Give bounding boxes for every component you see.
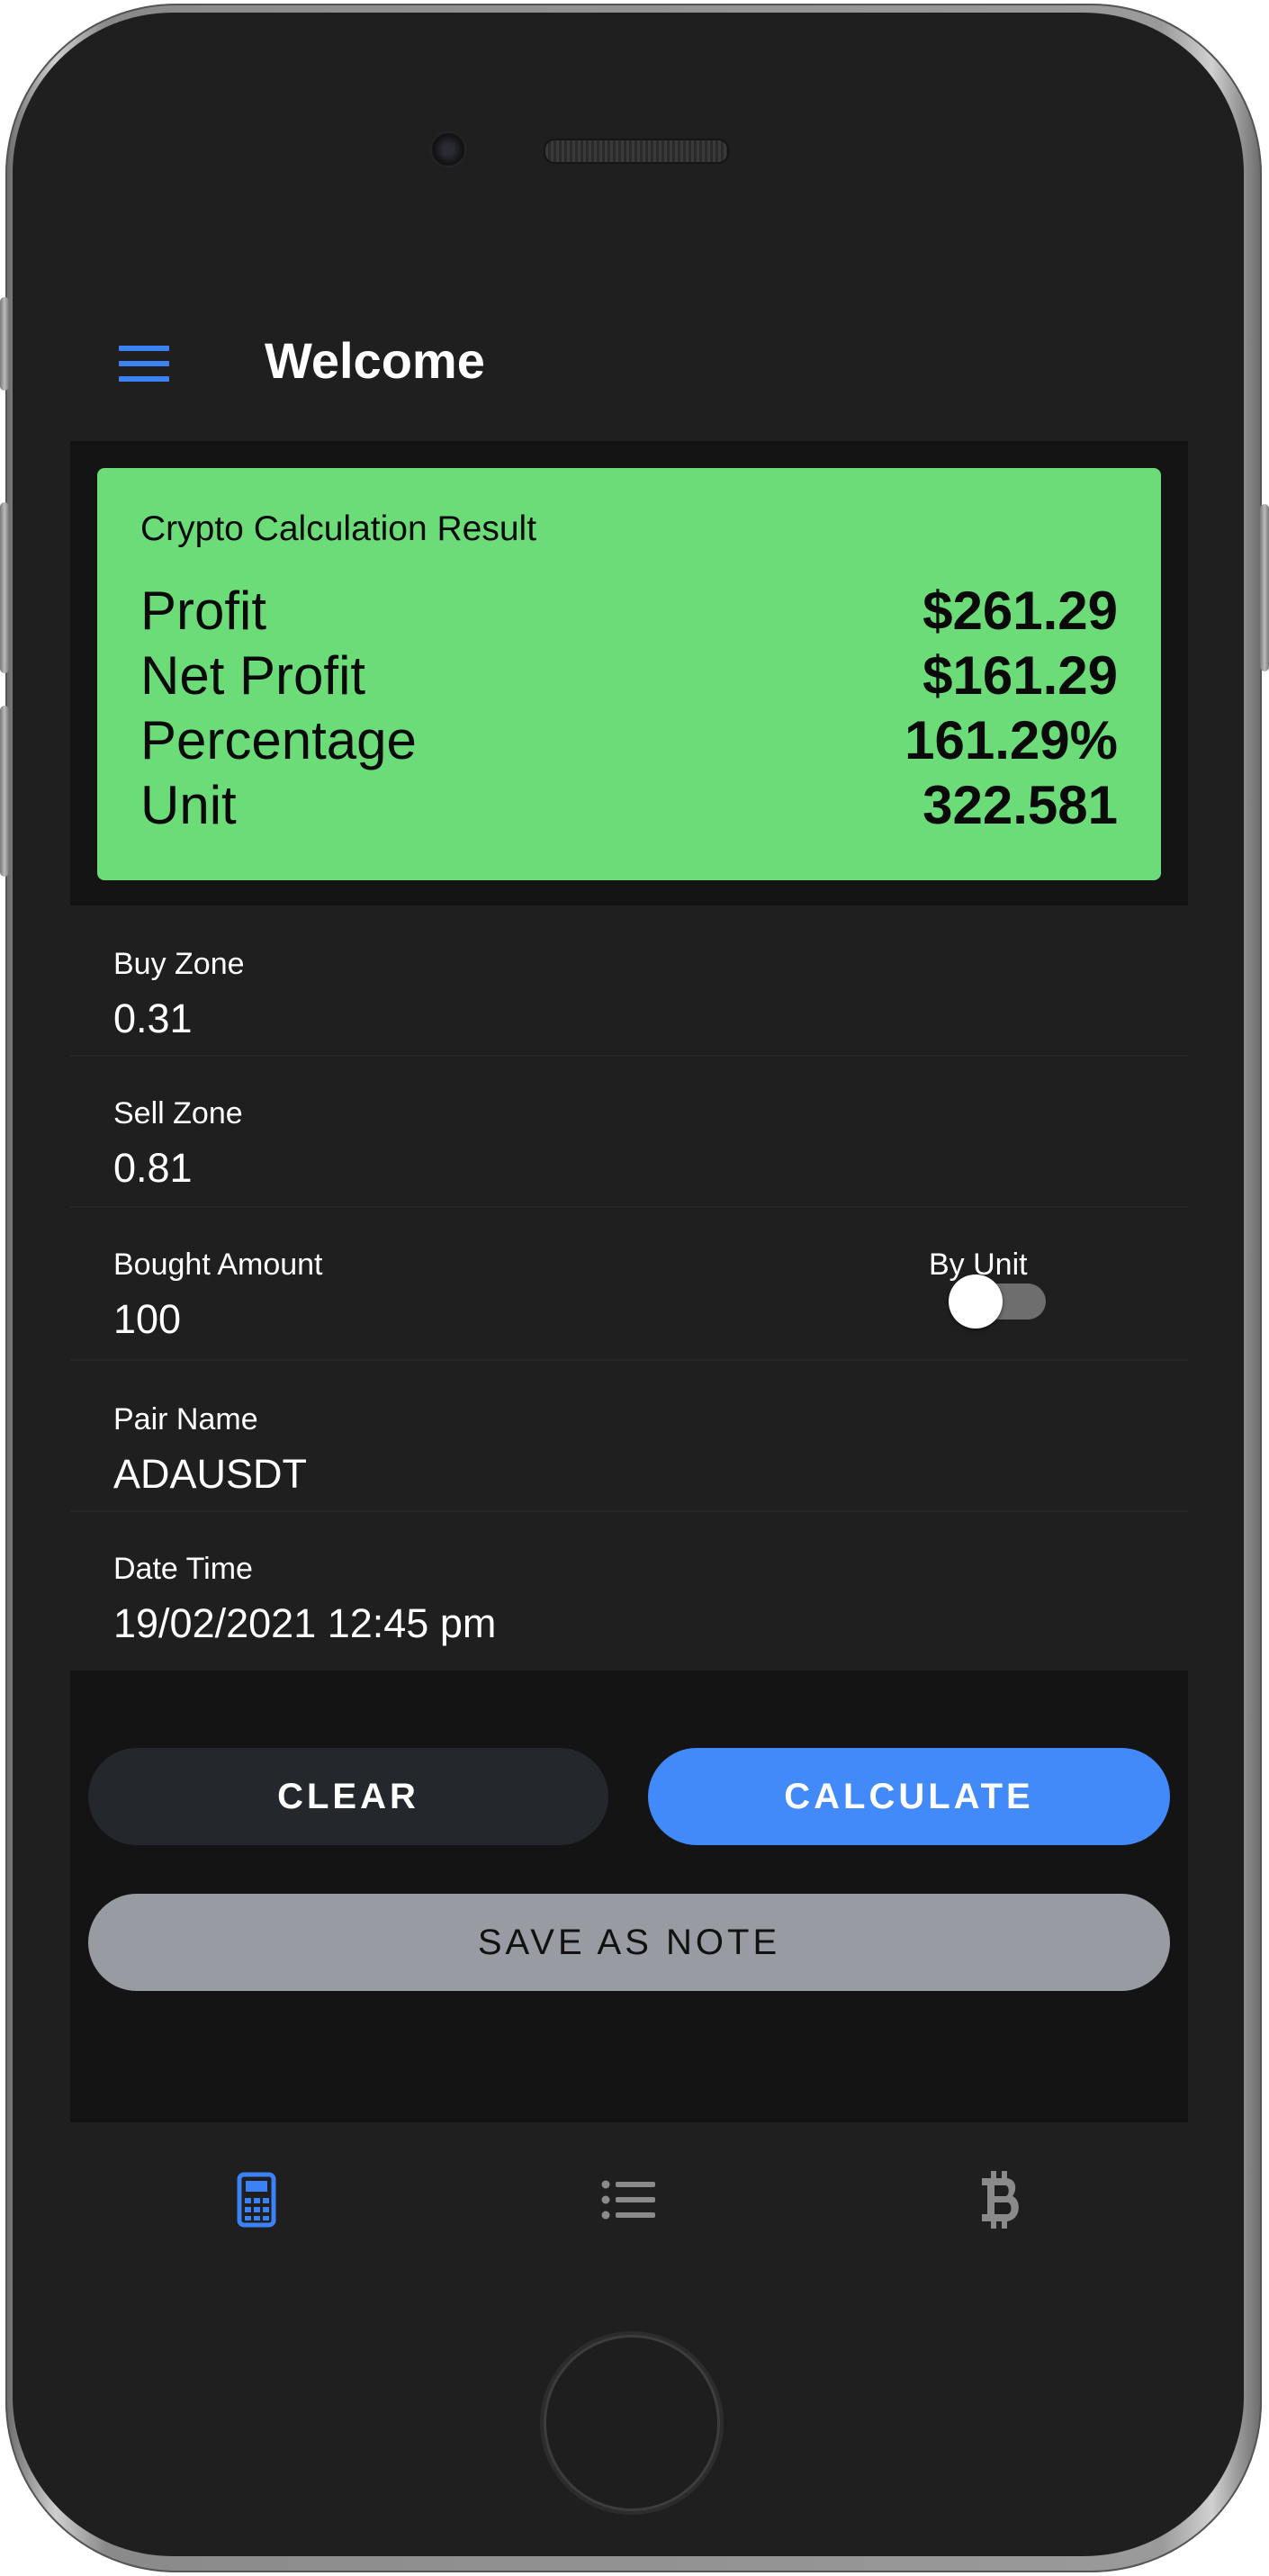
phone-volume-up-button: [0, 502, 9, 673]
date-time-input[interactable]: 19/02/2021 12:45 pm: [113, 1600, 496, 1647]
nav-item-calculator[interactable]: [70, 2122, 443, 2277]
result-row-unit: Unit 322.581: [140, 774, 1118, 839]
calculate-button[interactable]: CALCULATE: [648, 1748, 1170, 1845]
by-unit-toggle[interactable]: [949, 1274, 1046, 1329]
home-button[interactable]: [544, 2335, 720, 2511]
result-label: Net Profit: [140, 645, 366, 706]
nav-item-bitcoin[interactable]: [815, 2122, 1188, 2277]
sell-zone-input[interactable]: 0.81: [113, 1145, 193, 1192]
date-time-label: Date Time: [113, 1552, 253, 1586]
result-row-net-profit: Net Profit $161.29: [140, 644, 1118, 709]
pair-name-input[interactable]: ADAUSDT: [113, 1451, 307, 1498]
bought-amount-label: Bought Amount: [113, 1247, 323, 1282]
pair-name-label: Pair Name: [113, 1402, 258, 1437]
phone-volume-down-button: [0, 706, 9, 877]
sell-zone-label: Sell Zone: [113, 1096, 243, 1130]
buy-zone-field[interactable]: Buy Zone 0.31: [70, 905, 1188, 1057]
camera-icon: [430, 131, 466, 167]
sell-zone-field[interactable]: Sell Zone 0.81: [70, 1057, 1188, 1208]
result-value: 322.581: [922, 775, 1118, 835]
result-title: Crypto Calculation Result: [140, 509, 537, 548]
result-label: Profit: [140, 581, 267, 641]
list-icon: [601, 2180, 655, 2220]
app-bar: Welcome: [70, 290, 1188, 441]
result-row-profit: Profit $261.29: [140, 580, 1118, 644]
bought-amount-input[interactable]: 100: [113, 1296, 181, 1343]
result-value: $161.29: [922, 645, 1118, 706]
save-as-note-button[interactable]: SAVE AS NOTE: [88, 1894, 1170, 1991]
clear-button[interactable]: CLEAR: [88, 1748, 608, 1845]
pair-name-field[interactable]: Pair Name ADAUSDT: [70, 1361, 1188, 1512]
result-label: Percentage: [140, 710, 417, 770]
toggle-knob: [949, 1274, 1003, 1329]
phone-side-button: [0, 297, 9, 391]
hamburger-menu-icon[interactable]: [119, 346, 169, 385]
buy-zone-label: Buy Zone: [113, 947, 245, 981]
result-row-percentage: Percentage 161.29%: [140, 709, 1118, 774]
calculator-icon: [237, 2172, 276, 2228]
result-value: $261.29: [922, 581, 1118, 641]
page-title: Welcome: [265, 332, 485, 389]
speaker-grille: [544, 139, 729, 164]
buy-zone-input[interactable]: 0.31: [113, 995, 193, 1042]
result-section: Crypto Calculation Result Profit $261.29…: [70, 441, 1188, 905]
result-label: Unit: [140, 775, 237, 835]
date-time-field[interactable]: Date Time 19/02/2021 12:45 pm: [70, 1512, 1188, 1671]
result-card: Crypto Calculation Result Profit $261.29…: [97, 468, 1161, 880]
nav-item-list[interactable]: [443, 2122, 815, 2277]
result-value: 161.29%: [904, 710, 1118, 770]
by-unit-toggle-group: By Unit: [851, 1208, 1188, 1359]
phone-power-button: [1260, 504, 1269, 671]
bought-amount-field[interactable]: Bought Amount 100 By Unit: [70, 1208, 1188, 1361]
bottom-navigation: [70, 2122, 1188, 2277]
bitcoin-icon: [982, 2171, 1019, 2229]
app-screen: Welcome Crypto Calculation Result Profit…: [70, 290, 1188, 2277]
